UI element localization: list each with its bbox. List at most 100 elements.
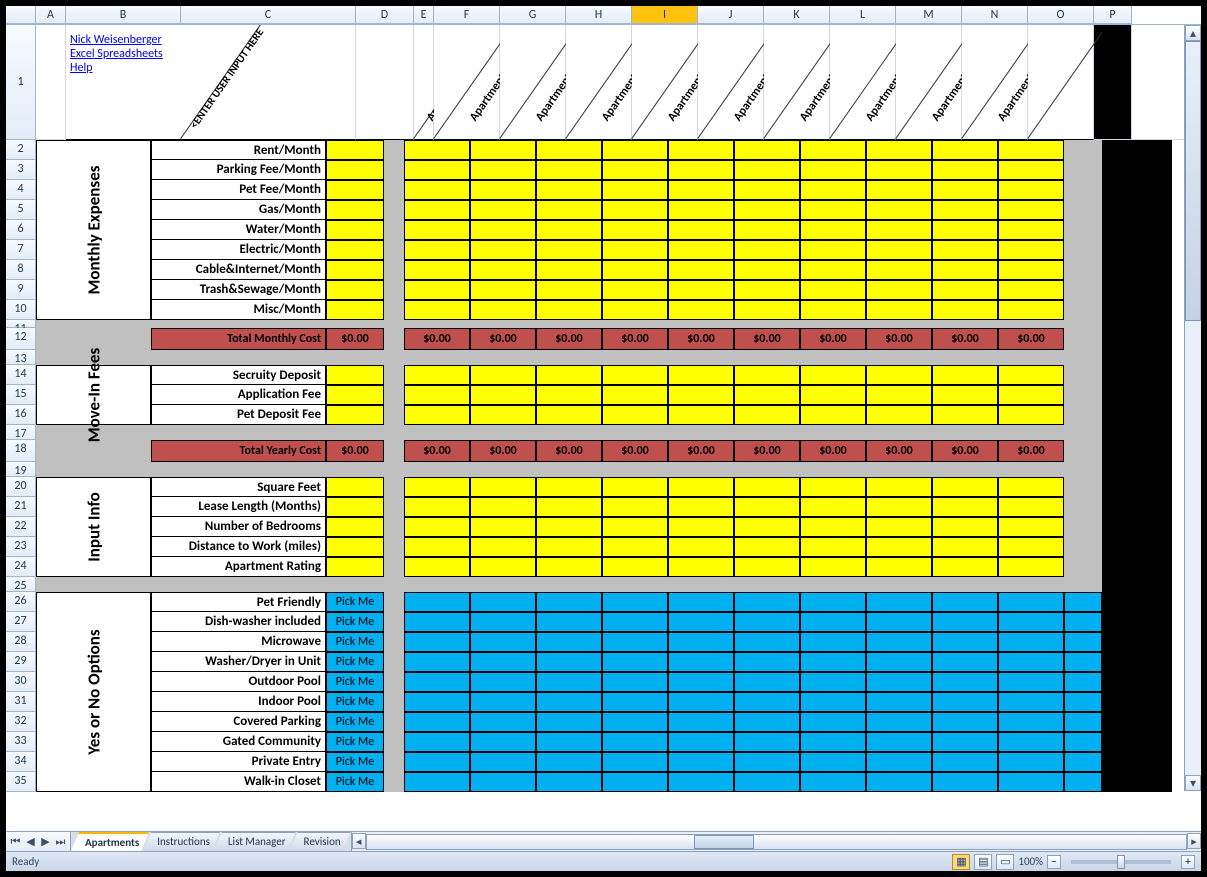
data-input[interactable] xyxy=(404,365,470,385)
data-input[interactable] xyxy=(602,260,668,280)
data-input[interactable] xyxy=(932,732,998,752)
data-input[interactable] xyxy=(536,220,602,240)
data-input[interactable] xyxy=(404,557,470,577)
data-input[interactable] xyxy=(602,240,668,260)
data-input[interactable] xyxy=(998,692,1064,712)
row-header[interactable]: 8 xyxy=(6,260,36,280)
data-input[interactable] xyxy=(800,517,866,537)
data-input[interactable] xyxy=(536,385,602,405)
data-input[interactable] xyxy=(734,632,800,652)
data-input[interactable] xyxy=(866,260,932,280)
data-input[interactable] xyxy=(998,140,1064,160)
data-input[interactable] xyxy=(404,517,470,537)
data-input[interactable] xyxy=(998,592,1064,612)
data-input[interactable] xyxy=(866,712,932,732)
page-layout-view-icon[interactable]: ▤ xyxy=(974,854,992,870)
sheet-tab[interactable]: List Manager xyxy=(214,832,296,851)
pickme-input[interactable]: Pick Me xyxy=(326,772,384,792)
pickme-input[interactable]: Pick Me xyxy=(326,732,384,752)
data-input[interactable] xyxy=(800,405,866,425)
pickme-input[interactable]: Pick Me xyxy=(326,592,384,612)
row-header[interactable]: 4 xyxy=(6,180,36,200)
data-input[interactable] xyxy=(668,752,734,772)
row-header[interactable]: 34 xyxy=(6,752,36,772)
row-header[interactable]: 15 xyxy=(6,385,36,405)
data-input[interactable] xyxy=(734,712,800,732)
row-header[interactable]: 16 xyxy=(6,405,36,425)
data-input[interactable] xyxy=(998,557,1064,577)
data-input[interactable] xyxy=(536,365,602,385)
data-input[interactable] xyxy=(998,752,1064,772)
data-input[interactable] xyxy=(470,365,536,385)
data-input[interactable] xyxy=(668,712,734,732)
data-input[interactable] xyxy=(668,260,734,280)
data-input[interactable] xyxy=(470,280,536,300)
row-header[interactable]: 1 xyxy=(6,25,36,140)
row-header[interactable]: 33 xyxy=(6,732,36,752)
row-header[interactable]: 7 xyxy=(6,240,36,260)
data-input[interactable] xyxy=(866,652,932,672)
column-header[interactable]: B xyxy=(66,6,181,24)
data-input[interactable] xyxy=(734,300,800,320)
data-input[interactable] xyxy=(404,712,470,732)
data-input[interactable] xyxy=(800,772,866,792)
row-header[interactable]: 2 xyxy=(6,140,36,160)
data-input[interactable] xyxy=(734,612,800,632)
data-input[interactable] xyxy=(536,260,602,280)
data-input[interactable] xyxy=(668,180,734,200)
data-input[interactable] xyxy=(326,497,384,517)
data-input[interactable] xyxy=(866,220,932,240)
vscroll-thumb[interactable] xyxy=(1185,41,1201,321)
data-input[interactable] xyxy=(470,537,536,557)
data-input[interactable] xyxy=(470,497,536,517)
column-header[interactable]: O xyxy=(1028,6,1094,24)
column-header[interactable]: M xyxy=(896,6,962,24)
row-header[interactable]: 27 xyxy=(6,612,36,632)
data-input[interactable] xyxy=(668,517,734,537)
worksheet-area[interactable]: ABCDEFGHIJKLMNOP 1Nick WeisenbergerExcel… xyxy=(6,6,1201,831)
data-input[interactable] xyxy=(602,692,668,712)
data-input[interactable] xyxy=(932,140,998,160)
row-header[interactable]: 11 xyxy=(6,320,36,328)
data-input[interactable] xyxy=(932,752,998,772)
row-header[interactable]: 29 xyxy=(6,652,36,672)
data-input[interactable] xyxy=(404,732,470,752)
data-input[interactable] xyxy=(404,477,470,497)
data-input[interactable] xyxy=(668,200,734,220)
data-input[interactable] xyxy=(734,365,800,385)
data-input[interactable] xyxy=(668,497,734,517)
row-header[interactable]: 26 xyxy=(6,592,36,612)
row-header[interactable]: 9 xyxy=(6,280,36,300)
data-input[interactable] xyxy=(932,405,998,425)
data-input[interactable] xyxy=(326,385,384,405)
data-input[interactable] xyxy=(668,692,734,712)
pickme-input[interactable]: Pick Me xyxy=(326,632,384,652)
data-input[interactable] xyxy=(536,180,602,200)
data-input[interactable] xyxy=(734,497,800,517)
data-input[interactable] xyxy=(932,652,998,672)
data-input[interactable] xyxy=(998,200,1064,220)
row-header[interactable]: 19 xyxy=(6,462,36,477)
data-input[interactable] xyxy=(536,632,602,652)
data-input[interactable] xyxy=(932,772,998,792)
data-input[interactable] xyxy=(326,140,384,160)
data-input[interactable] xyxy=(998,652,1064,672)
data-input[interactable] xyxy=(602,385,668,405)
data-input[interactable] xyxy=(932,692,998,712)
data-input[interactable] xyxy=(326,557,384,577)
data-input[interactable] xyxy=(326,200,384,220)
data-input[interactable] xyxy=(404,632,470,652)
data-input[interactable] xyxy=(668,280,734,300)
row-header[interactable]: 12 xyxy=(6,328,36,350)
data-input[interactable] xyxy=(932,220,998,240)
data-input[interactable] xyxy=(602,497,668,517)
data-input[interactable] xyxy=(734,260,800,280)
tab-nav-last-icon[interactable]: ⏭ xyxy=(53,833,68,850)
vertical-scrollbar[interactable]: ▴ ▾ xyxy=(1184,25,1201,791)
data-input[interactable] xyxy=(800,140,866,160)
data-input[interactable] xyxy=(932,712,998,732)
data-input[interactable] xyxy=(404,497,470,517)
data-input[interactable] xyxy=(536,712,602,732)
row-header[interactable]: 32 xyxy=(6,712,36,732)
data-input[interactable] xyxy=(800,752,866,772)
